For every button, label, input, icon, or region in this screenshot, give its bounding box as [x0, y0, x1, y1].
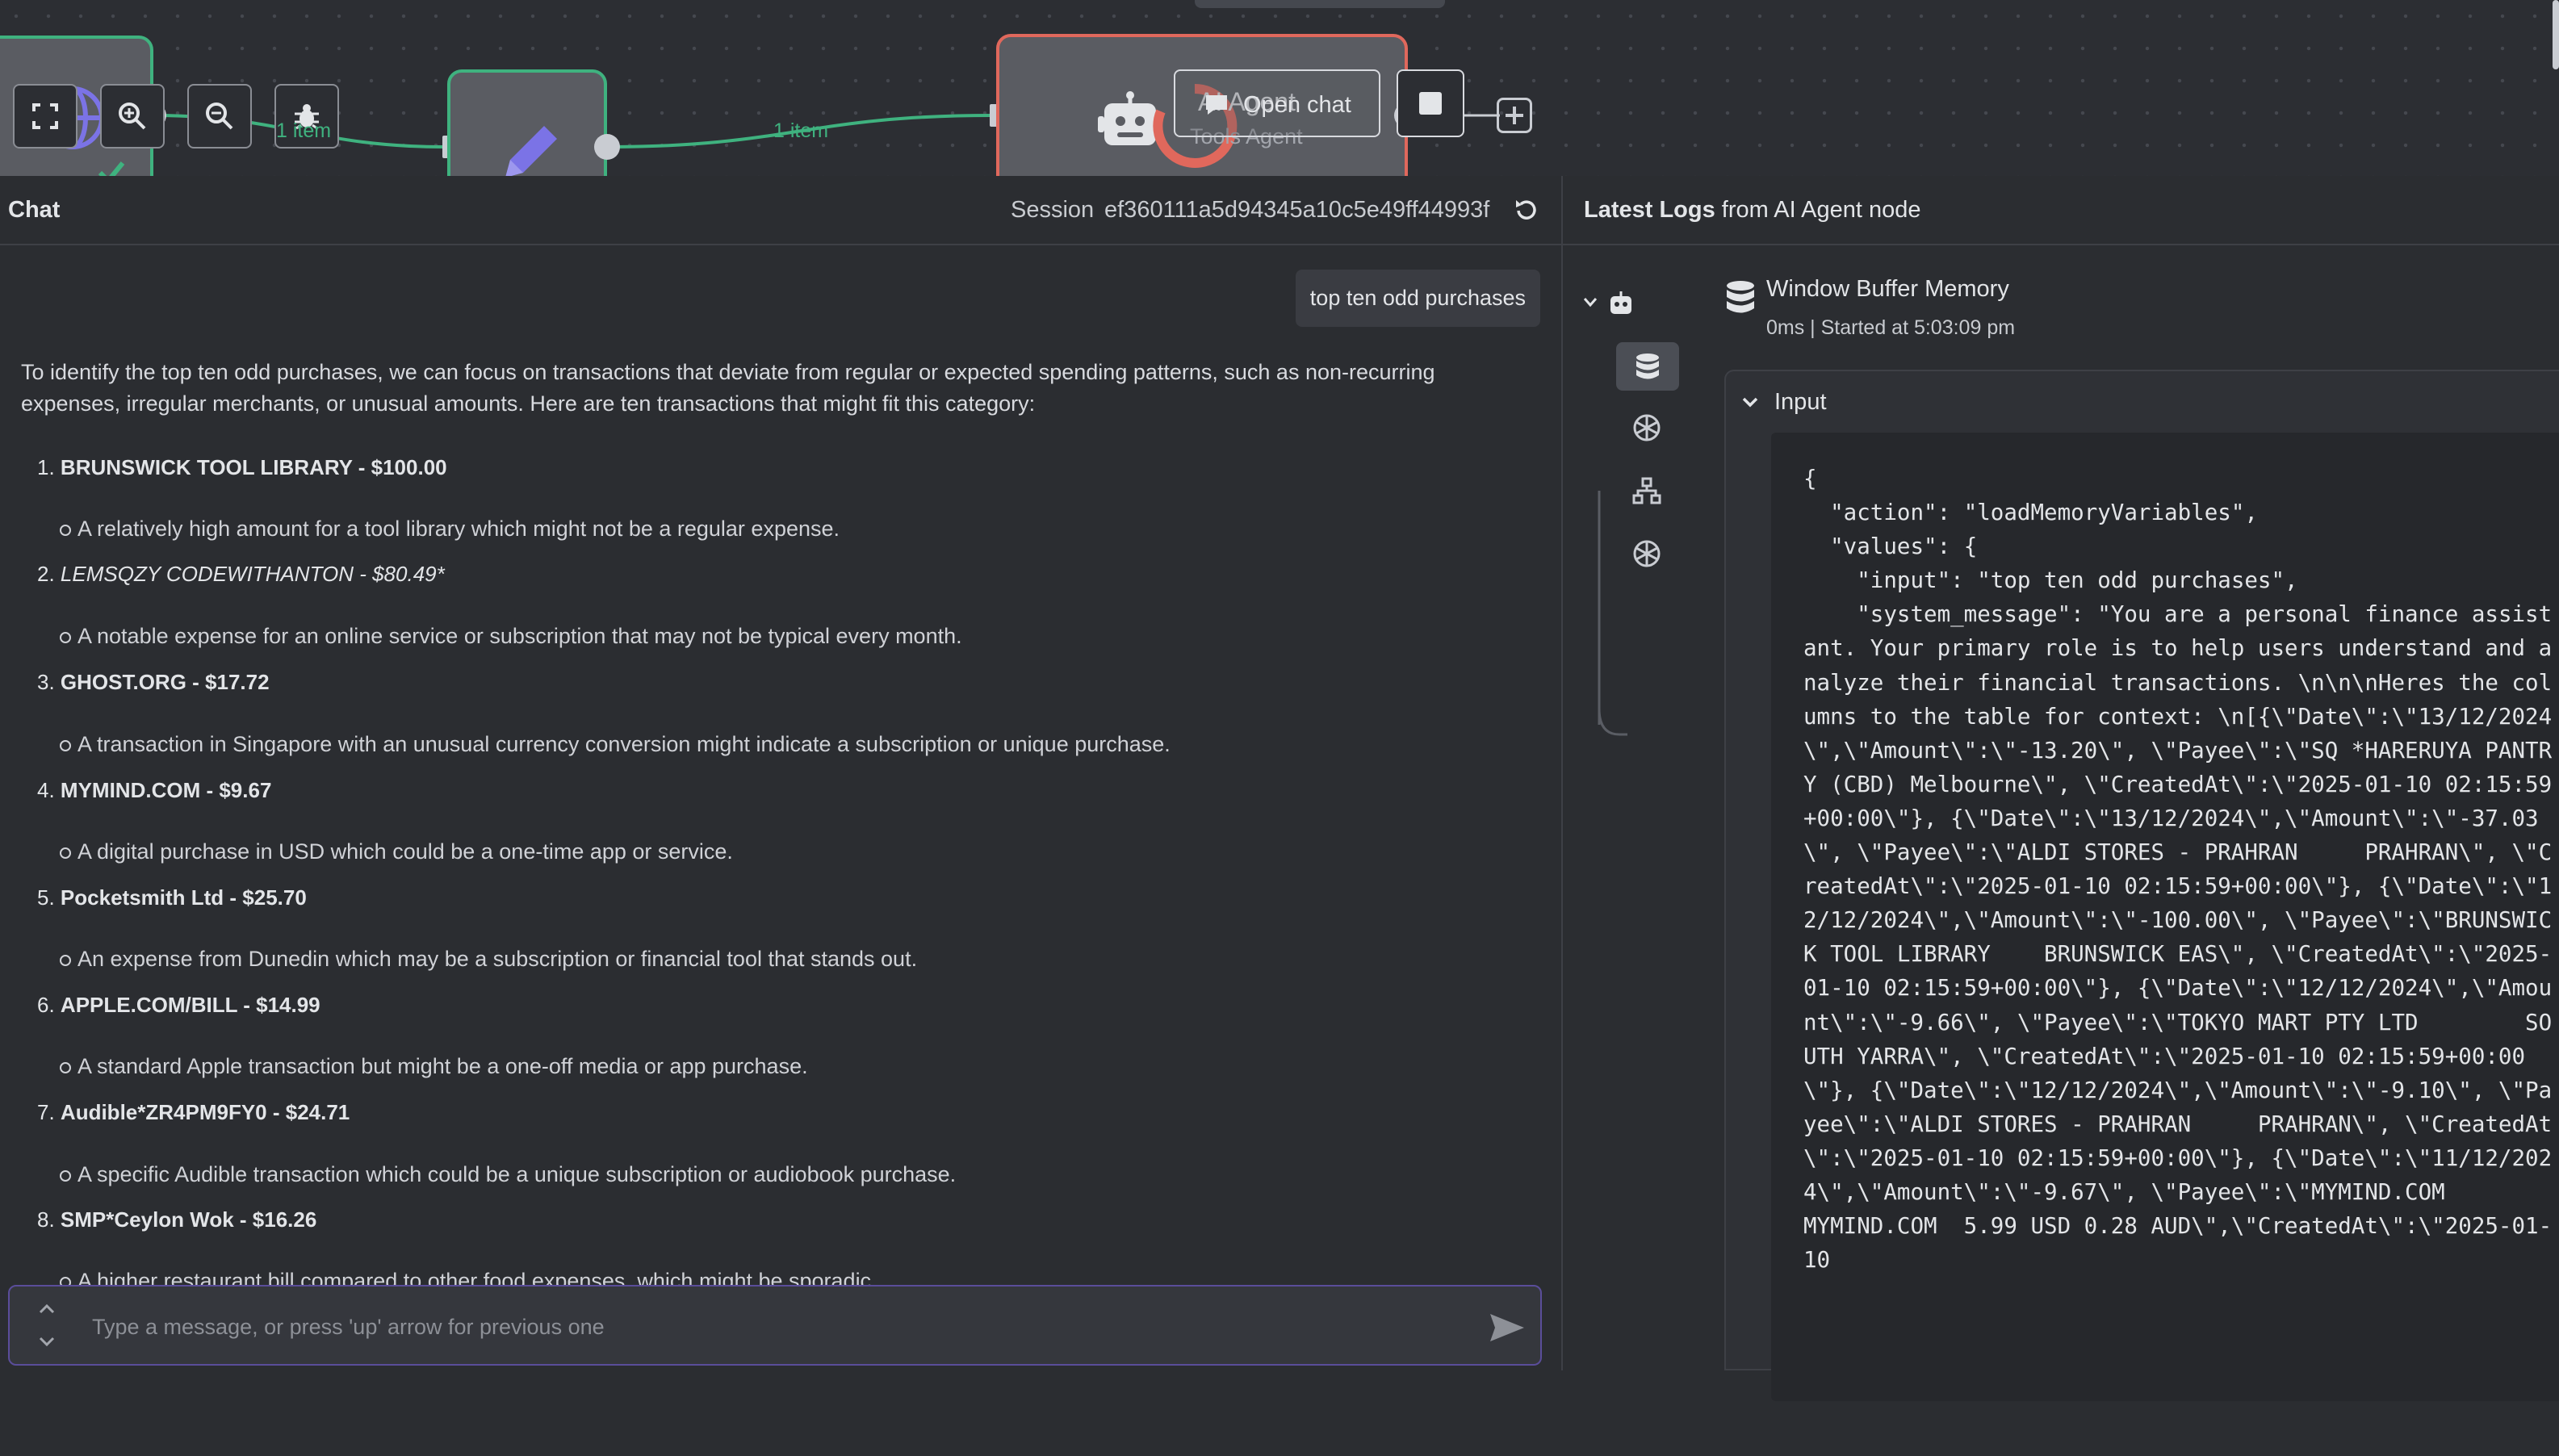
chevron-down-icon[interactable] — [1582, 295, 1598, 308]
log-entry-meta: 0ms | Started at 5:03:09 pm — [1766, 316, 2016, 339]
zoom-out-button[interactable] — [187, 84, 252, 149]
tree-item-ai-agent[interactable] — [1603, 286, 1639, 321]
list-item-desc: A notable expense for an online service … — [60, 624, 962, 648]
openai-icon — [1633, 540, 1661, 567]
chat-header: Chat Session ef360111a5d94345a10c5e49ff4… — [0, 176, 1561, 245]
logs-panel: Latest Logs from AI Agent node Window Bu… — [1563, 176, 2559, 1401]
reset-icon[interactable] — [1514, 197, 1539, 221]
chevron-down-icon[interactable] — [1740, 395, 1760, 410]
tree-item-openai-model-1[interactable] — [1629, 410, 1665, 446]
add-node-button[interactable] — [1497, 98, 1532, 133]
tree-item-tool[interactable] — [1629, 473, 1665, 508]
list-item-desc: A digital purchase in USD which could be… — [60, 839, 733, 864]
workflow-canvas[interactable]: 1 item 1 item AI Agent Tools Agent Open … — [0, 0, 2559, 176]
chat-message-input[interactable] — [90, 1306, 1450, 1348]
robot-icon — [1610, 291, 1631, 314]
list-item-title: 5. Pocketsmith Ltd - $25.70 — [37, 885, 307, 910]
list-item-title: 1. BRUNSWICK TOOL LIBRARY - $100.00 — [37, 455, 447, 479]
chat-messages[interactable]: top ten odd purchases To identify the to… — [0, 245, 1561, 1456]
user-message: top ten odd purchases — [1295, 270, 1540, 327]
chat-input-bar[interactable] — [8, 1285, 1542, 1366]
send-icon[interactable] — [1489, 1312, 1526, 1343]
pencil-icon — [505, 126, 557, 176]
list-item-desc: A relatively high amount for a tool libr… — [59, 517, 840, 541]
log-input-section: Input { "action": "loadMemoryVariables",… — [1724, 370, 2559, 1401]
connection-label-2: 1 item — [773, 119, 829, 142]
open-chat-label: Open chat — [1243, 92, 1351, 118]
tree-item-window-buffer-memory[interactable] — [1616, 342, 1679, 391]
openai-icon — [1633, 414, 1661, 441]
edit-node-output-handle[interactable] — [594, 134, 620, 160]
zoom-out-icon — [206, 103, 233, 130]
fit-view-icon — [32, 103, 58, 129]
assistant-intro: To identify the top ten odd purchases, w… — [21, 360, 1435, 416]
connection-label-1: 1 item — [276, 119, 332, 142]
list-item-title: 3. GHOST.ORG - $17.72 — [37, 670, 270, 694]
stop-button[interactable] — [1397, 69, 1464, 137]
list-item-title: 2. LEMSQZY CODEWITHANTON - $80.49* — [37, 562, 445, 586]
list-item-title: 8. SMP*Ceylon Wok - $16.26 — [37, 1207, 317, 1232]
database-icon — [1636, 354, 1659, 379]
input-section-label[interactable]: Input — [1774, 389, 1827, 416]
list-item-desc: A transaction in Singapore with an unusu… — [60, 732, 1171, 756]
list-item-title: 6. APPLE.COM/BILL - $14.99 — [37, 993, 320, 1017]
zoom-in-button[interactable] — [100, 84, 165, 149]
logs-header: Latest Logs from AI Agent node — [1563, 176, 2559, 245]
list-item-desc: A standard Apple transaction but might b… — [60, 1054, 808, 1078]
chat-panel: Chat Session ef360111a5d94345a10c5e49ff4… — [0, 176, 1563, 1370]
open-chat-button[interactable]: Open chat — [1174, 69, 1380, 137]
list-item-desc: An expense from Dunedin which may be a s… — [59, 947, 918, 971]
history-down-icon[interactable] — [37, 1335, 57, 1349]
stop-icon — [1419, 92, 1442, 115]
chat-title: Chat — [8, 197, 61, 223]
log-entry-title: Window Buffer Memory — [1766, 276, 2009, 302]
json-output-text: { "action": "loadMemoryVariables", "valu… — [1803, 466, 2553, 1274]
list-item-title: 4. MYMIND.COM - $9.67 — [37, 778, 272, 802]
fit-view-button[interactable] — [13, 84, 77, 149]
network-icon — [1632, 477, 1661, 504]
list-item-desc: A specific Audible transaction which cou… — [59, 1162, 957, 1186]
list-item-title: 7. Audible*ZR4PM9FY0 - $24.71 — [37, 1100, 350, 1124]
logs-title: Latest Logs from AI Agent node — [1584, 197, 1921, 223]
edit-fields-node[interactable] — [447, 69, 607, 176]
tree-item-openai-model-2[interactable] — [1629, 536, 1665, 571]
history-up-icon[interactable] — [37, 1301, 57, 1316]
json-output-box[interactable]: { "action": "loadMemoryVariables", "valu… — [1771, 433, 2559, 1401]
canvas-scroll-edge — [2553, 0, 2559, 69]
canvas-top-tab — [1195, 0, 1445, 8]
plus-icon — [1506, 107, 1523, 124]
session-id: ef360111a5d94345a10c5e49ff44993f — [1104, 197, 1490, 223]
database-icon — [1727, 281, 1754, 313]
chat-bubble-icon — [1206, 95, 1227, 115]
zoom-in-icon — [119, 103, 146, 130]
session-label: Session — [1011, 197, 1095, 223]
check-icon — [98, 161, 125, 176]
